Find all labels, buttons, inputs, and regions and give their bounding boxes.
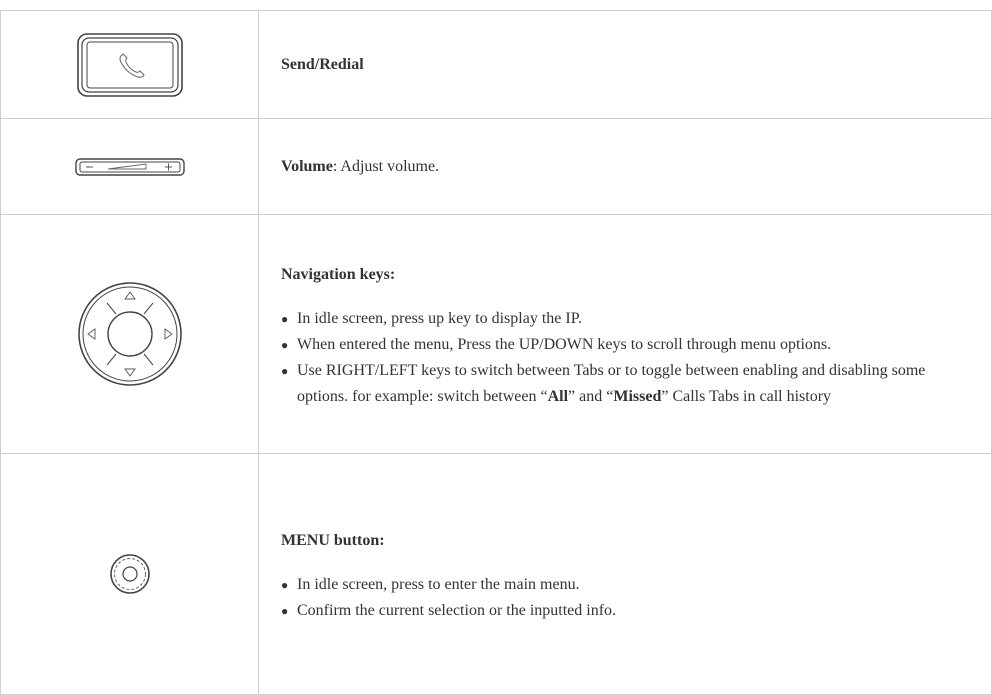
phone-keys-table: Send/Redial Volume: Adjust volume. Navig… — [0, 10, 992, 695]
list-item: Use RIGHT/LEFT keys to switch between Ta… — [281, 358, 971, 410]
bullet-text: ” Calls Tabs in call history — [661, 388, 832, 405]
volume-rocker-icon — [74, 157, 185, 176]
icon-cell-volume — [0, 118, 259, 215]
navigation-keys-title: Navigation keys: — [281, 266, 396, 283]
text-cell-send: Send/Redial — [258, 10, 992, 119]
icon-cell-send — [0, 10, 259, 119]
text-cell-menu: MENU button: In idle screen, press to en… — [258, 453, 992, 695]
bullet-text: ” and “ — [568, 388, 614, 405]
list-item: In idle screen, press to enter the main … — [281, 572, 971, 598]
text-cell-navigation: Navigation keys: In idle screen, press u… — [258, 214, 992, 454]
table-row-navigation: Navigation keys: In idle screen, press u… — [0, 214, 992, 454]
volume-description: : Adjust volume. — [332, 157, 440, 175]
phone-handset-key-icon — [76, 32, 183, 97]
table-row-menu: MENU button: In idle screen, press to en… — [0, 453, 992, 695]
list-item: When entered the menu, Press the UP/DOWN… — [281, 332, 971, 358]
table-row-send: Send/Redial — [0, 10, 992, 119]
list-item: Confirm the current selection or the inp… — [281, 598, 971, 624]
navigation-bullet-list: In idle screen, press up key to display … — [281, 306, 971, 410]
table-row-volume: Volume: Adjust volume. — [0, 118, 992, 215]
list-item: In idle screen, press up key to display … — [281, 306, 971, 332]
send-redial-title: Send/Redial — [281, 55, 364, 73]
all-tab-label: All — [547, 388, 569, 405]
volume-title: Volume — [281, 157, 333, 175]
menu-button-title: MENU button: — [281, 532, 385, 549]
missed-tab-label: Missed — [613, 388, 662, 405]
icon-cell-menu — [0, 453, 259, 695]
navigation-pad-icon — [77, 282, 182, 386]
menu-bullet-list: In idle screen, press to enter the main … — [281, 572, 971, 624]
icon-cell-navigation — [0, 214, 259, 454]
text-cell-volume: Volume: Adjust volume. — [258, 118, 992, 215]
menu-button-icon — [109, 554, 150, 594]
